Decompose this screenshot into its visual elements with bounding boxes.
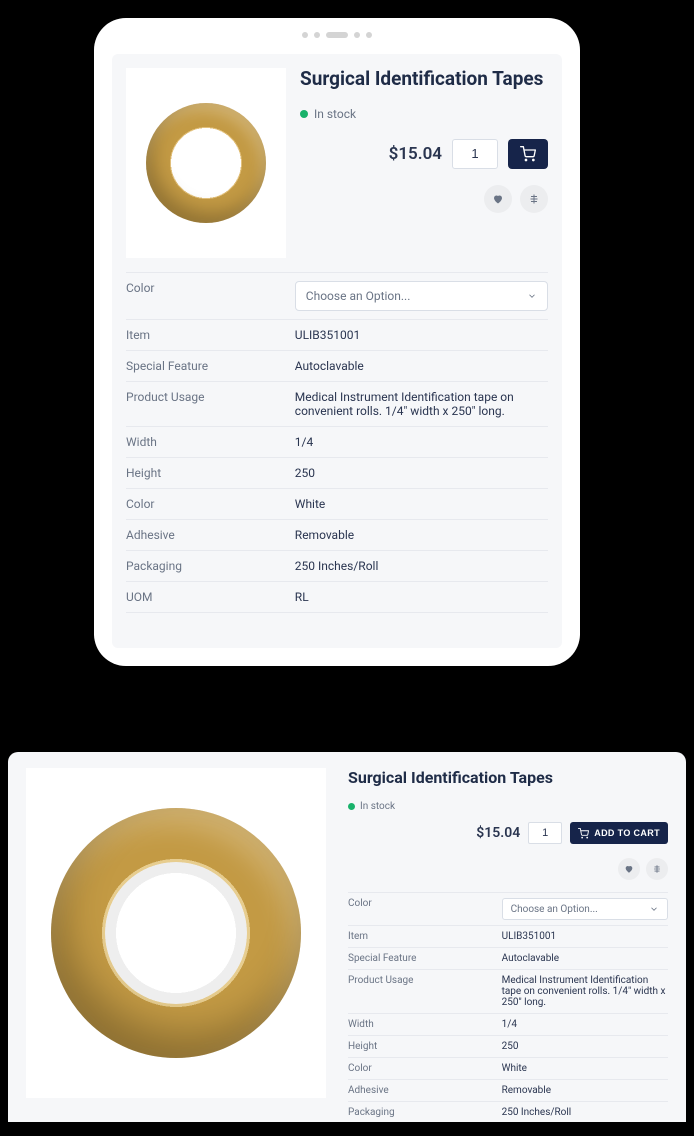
option-label: Color (126, 281, 295, 311)
compare-icon (528, 193, 540, 205)
add-to-cart-label: ADD TO CART (594, 828, 660, 838)
table-row: Packaging250 Inches/Roll (348, 1102, 668, 1122)
quantity-input[interactable] (452, 139, 498, 169)
table-row: ColorWhite (126, 489, 548, 520)
table-row: Packaging250 Inches/Roll (126, 551, 548, 582)
table-row: Height250 (126, 458, 548, 489)
stock-indicator-icon (300, 110, 308, 118)
wishlist-button[interactable] (484, 185, 512, 213)
select-placeholder: Choose an Option... (306, 289, 411, 303)
option-label: Color (348, 898, 502, 920)
wishlist-button[interactable] (618, 858, 640, 880)
product-title: Surgical Identification Tapes (300, 68, 548, 91)
table-row: Width1/4 (348, 1014, 668, 1036)
compare-button[interactable] (646, 858, 668, 880)
table-row: Special FeatureAutoclavable (126, 351, 548, 382)
product-image[interactable] (126, 68, 286, 258)
color-select[interactable]: Choose an Option... (295, 281, 548, 311)
product-price: $15.04 (389, 144, 442, 164)
stock-status: In stock (300, 107, 548, 121)
chevron-down-icon (527, 291, 537, 301)
table-row: UOMRL (126, 582, 548, 613)
heart-icon (624, 864, 634, 874)
stock-status: In stock (348, 801, 668, 812)
laptop-view: Surgical Identification Tapes In stock $… (8, 752, 686, 1122)
cart-icon (520, 146, 536, 162)
table-row: Product UsageMedical Instrument Identifi… (126, 382, 548, 427)
table-row: Width1/4 (126, 427, 548, 458)
add-to-cart-button[interactable] (508, 139, 548, 169)
table-row: AdhesiveRemovable (126, 520, 548, 551)
spec-table: Color Choose an Option... ItemULIB351001… (126, 272, 548, 613)
add-to-cart-button[interactable]: ADD TO CART (570, 822, 668, 844)
table-row: ColorWhite (348, 1058, 668, 1080)
tablet-speaker (302, 32, 372, 38)
heart-icon (492, 193, 504, 205)
product-image[interactable] (26, 768, 326, 1098)
tablet-screen: Surgical Identification Tapes In stock $… (112, 54, 562, 648)
spec-table: Color Choose an Option... ItemULIB351001… (348, 892, 668, 1122)
quantity-input[interactable] (528, 822, 562, 844)
product-title: Surgical Identification Tapes (348, 768, 668, 787)
chevron-down-icon (649, 904, 659, 914)
cart-icon (578, 828, 589, 839)
compare-button[interactable] (520, 185, 548, 213)
tape-roll-illustration (51, 808, 301, 1058)
tablet-device-frame: Surgical Identification Tapes In stock $… (94, 18, 580, 666)
stock-status-text: In stock (314, 107, 356, 121)
table-row: ItemULIB351001 (126, 320, 548, 351)
tape-roll-illustration (146, 103, 266, 223)
color-select[interactable]: Choose an Option... (502, 898, 668, 920)
compare-icon (652, 864, 662, 874)
table-row: ItemULIB351001 (348, 926, 668, 948)
select-placeholder: Choose an Option... (511, 904, 598, 915)
stock-status-text: In stock (360, 801, 395, 812)
table-row: Special FeatureAutoclavable (348, 948, 668, 970)
table-row: Product UsageMedical Instrument Identifi… (348, 970, 668, 1014)
product-price: $15.04 (476, 825, 520, 841)
stock-indicator-icon (348, 803, 355, 810)
table-row: Height250 (348, 1036, 668, 1058)
table-row: AdhesiveRemovable (348, 1080, 668, 1102)
